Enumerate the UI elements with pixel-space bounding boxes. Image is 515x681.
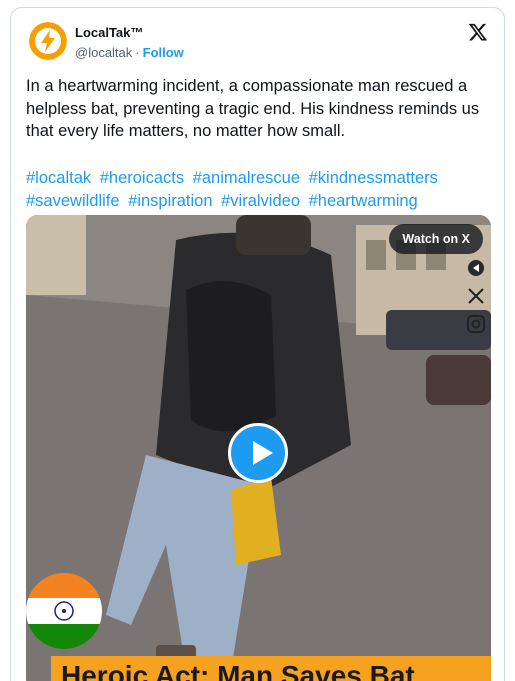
share-icon[interactable] — [467, 259, 485, 277]
author-handle[interactable]: @localtak — [75, 45, 132, 60]
play-button[interactable] — [228, 423, 288, 483]
hashtag[interactable]: #savewildlife — [26, 192, 120, 210]
hashtag[interactable]: #animalrescue — [193, 169, 300, 187]
hashtag-list: #localtak #heroicacts #animalrescue #kin… — [26, 167, 496, 212]
x-logo-icon[interactable] — [468, 22, 488, 42]
watch-on-x-button[interactable]: Watch on X — [389, 224, 483, 254]
hashtag[interactable]: #kindnessmatters — [309, 169, 438, 187]
video-caption-banner: Heroic Act: Man Saves Bat — [51, 656, 491, 681]
hashtag[interactable]: #viralvideo — [221, 192, 300, 210]
x-icon[interactable] — [467, 287, 485, 305]
hashtag[interactable]: #inspiration — [128, 192, 212, 210]
tweet-card: LocalTak™ @localtak · Follow In a heartwar… — [10, 7, 505, 681]
avatar[interactable] — [29, 22, 67, 60]
follow-button[interactable]: Follow — [143, 45, 184, 60]
video-thumbnail[interactable]: Watch on X Heroic Act: Man Saves Bat — [26, 215, 491, 681]
hashtag[interactable]: #heartwarming — [309, 192, 418, 210]
india-flag-icon — [26, 573, 102, 649]
separator-dot: · — [135, 45, 140, 60]
hashtag[interactable]: #localtak — [26, 169, 91, 187]
author-handle-row: @localtak · Follow — [75, 45, 184, 60]
author-name[interactable]: LocalTak™ — [75, 25, 143, 40]
hashtag[interactable]: #heroicacts — [100, 169, 184, 187]
instagram-icon[interactable] — [467, 315, 485, 333]
tweet-text: In a heartwarming incident, a compassion… — [26, 77, 480, 140]
